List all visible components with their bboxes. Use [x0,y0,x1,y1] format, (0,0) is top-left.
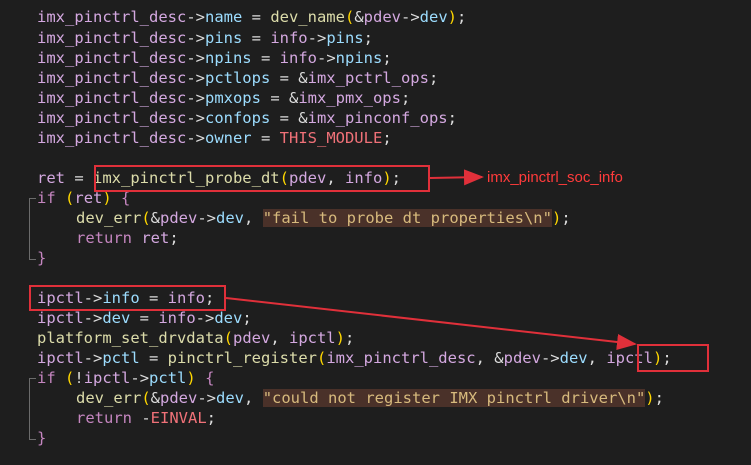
arrow-to-ipctl-arg [225,297,637,350]
annotation-label: imx_pinctrl_soc_info [487,169,623,186]
arrow-to-soc-info [429,169,484,186]
annotation-arrows [225,169,637,350]
